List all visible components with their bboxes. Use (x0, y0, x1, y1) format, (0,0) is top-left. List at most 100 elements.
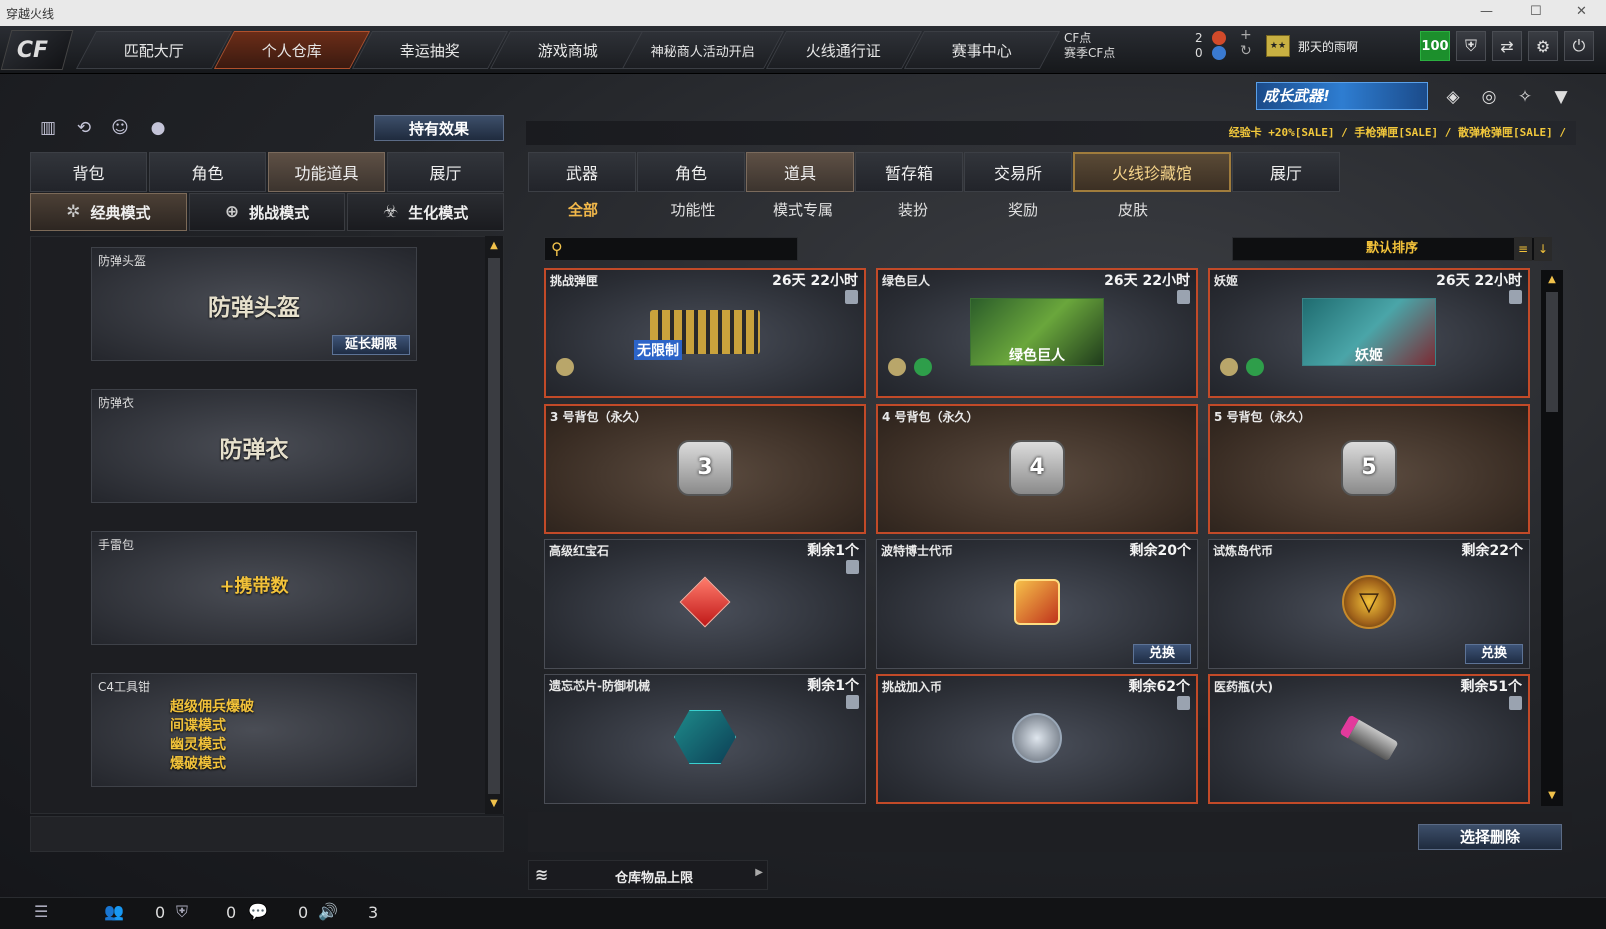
item-card[interactable]: 4 号背包（永久） 4 (876, 404, 1198, 534)
nav-tab-lottery[interactable]: 幸运抽奖 (351, 31, 509, 69)
item-card[interactable]: 绿色巨人 26天 22小时 绿色巨人 (876, 268, 1198, 398)
close-button[interactable]: ✕ (1576, 4, 1587, 19)
subtab-mode-exclusive[interactable]: 模式专属 (748, 196, 858, 226)
trash-icon[interactable] (1509, 290, 1522, 304)
item-status: 剩余20个 (1129, 543, 1191, 559)
tab-collection[interactable]: 火线珍藏馆 (1073, 152, 1231, 192)
nav-tab-battle-pass[interactable]: 火线通行证 (765, 31, 923, 69)
list-view-icon[interactable]: ≡ (1514, 237, 1532, 261)
subtab-all[interactable]: 全部 (528, 196, 638, 226)
mode-tab-classic[interactable]: ✲ 经典模式 (30, 193, 187, 231)
equip-slot-vest[interactable]: 防弹衣 防弹衣 (91, 389, 417, 503)
tab-gallery[interactable]: 展厅 (1232, 152, 1340, 192)
friends-icon[interactable]: 👥 (104, 902, 124, 921)
tab-exchange[interactable]: 交易所 (964, 152, 1072, 192)
sort-direction-icon[interactable]: ↓ (1534, 237, 1552, 261)
tab-showroom[interactable]: 展厅 (387, 152, 504, 192)
wing-icon[interactable]: ✧ (1512, 84, 1538, 110)
nav-tab-match-lobby[interactable]: 匹配大厅 (75, 31, 233, 69)
gear-icon[interactable]: ⚙ (1528, 31, 1558, 61)
tab-character[interactable]: 角色 (149, 152, 266, 192)
extend-button[interactable]: 延长期限 (332, 335, 410, 355)
nav-tab-warehouse[interactable]: 个人仓库 (213, 31, 371, 69)
add-points-icon[interactable]: + (1240, 27, 1252, 43)
scroll-thumb[interactable] (1546, 292, 1558, 412)
equip-slot-helmet[interactable]: 防弹头盔 防弹头盔 延长期限 (91, 247, 417, 361)
item-card[interactable]: 遗忘芯片-防御机械 剩余1个 (544, 674, 866, 804)
grenade-icon[interactable]: ● (146, 118, 170, 142)
select-delete-button[interactable]: 选择删除 (1418, 824, 1562, 850)
tab-roles[interactable]: 角色 (637, 152, 745, 192)
tab-function-items[interactable]: 功能道具 (268, 152, 385, 192)
equip-slot-grenade-pack[interactable]: 手雷包 +携带数 (91, 531, 417, 645)
search-input[interactable]: ⚲ (544, 237, 798, 261)
storage-limit-button[interactable]: ≋ 仓库物品上限 ▶ (528, 860, 768, 890)
trial-island-token-icon: ▽ (1342, 575, 1396, 629)
vip-icon[interactable]: ▼ (1548, 84, 1574, 110)
item-card[interactable]: 医药瓶(大) 剩余51个 (1208, 674, 1530, 804)
trash-icon[interactable] (846, 695, 859, 709)
nav-tab-events[interactable]: 赛事中心 (903, 31, 1061, 69)
globe-icon[interactable]: ◎ (1476, 84, 1502, 110)
item-card[interactable]: 5 号背包（永久） 5 (1208, 404, 1530, 534)
tab-weapons[interactable]: 武器 (528, 152, 636, 192)
nav-tab-shop[interactable]: 游戏商城 (489, 31, 647, 69)
subtab-rewards[interactable]: 奖励 (968, 196, 1078, 226)
tab-items[interactable]: 道具 (746, 152, 854, 192)
clan-shield-icon[interactable]: ⛨ (176, 902, 188, 922)
left-scrollbar[interactable]: ▲ ▼ (485, 236, 503, 814)
item-card[interactable]: 挑战弹匣 26天 22小时 无限制 (544, 268, 866, 398)
equip-slot-c4-pliers[interactable]: C4工具钳 超级佣兵爆破 间谍模式 幽灵模式 爆破模式 (91, 673, 417, 787)
right-scrollbar[interactable]: ▲ ▼ (1541, 270, 1563, 806)
scroll-thumb[interactable] (488, 258, 500, 794)
emblem-icon[interactable]: ◈ (1440, 84, 1466, 110)
shield-icon[interactable]: ⛨ (1456, 31, 1486, 61)
stats-icon[interactable]: ▥ (36, 118, 60, 142)
minimize-button[interactable]: — (1480, 4, 1493, 19)
sort-select[interactable]: 默认排序 (1232, 237, 1552, 261)
scroll-up-icon[interactable]: ▲ (1546, 274, 1558, 286)
subtab-cosmetic[interactable]: 装扮 (858, 196, 968, 226)
effects-button[interactable]: 持有效果 (374, 115, 504, 141)
scroll-down-icon[interactable]: ▼ (488, 798, 500, 810)
redeem-button[interactable]: 兑换 (1133, 644, 1191, 664)
mode-tab-biochem[interactable]: ☣ 生化模式 (347, 193, 505, 231)
trash-icon[interactable] (846, 560, 859, 574)
refresh-points-icon[interactable]: ↻ (1240, 43, 1252, 59)
power-icon[interactable]: ⏻ (1564, 31, 1594, 61)
switch-icon[interactable]: ⇄ (1492, 31, 1522, 61)
item-card[interactable]: 波特博士代币 剩余20个 兑换 (876, 539, 1198, 669)
menu-list-icon[interactable]: ☰ (34, 902, 48, 921)
history-icon[interactable]: ⟲ (72, 118, 96, 142)
trash-icon[interactable] (845, 290, 858, 304)
dr-potter-token-icon (1014, 579, 1060, 625)
user-name[interactable]: 那天的雨啊 (1298, 38, 1358, 55)
growth-weapon-banner[interactable]: 成长武器! (1256, 82, 1428, 110)
chat-icon[interactable]: 💬 (248, 902, 268, 921)
cf-logo[interactable]: CF (0, 30, 74, 70)
nav-tab-mystery-merchant[interactable]: 神秘商人活动开启 (621, 31, 785, 69)
item-card[interactable]: 挑战加入币 剩余62个 (876, 674, 1198, 804)
tab-storage-box[interactable]: 暂存箱 (855, 152, 963, 192)
trash-icon[interactable] (1177, 696, 1190, 710)
trash-icon[interactable] (1177, 290, 1190, 304)
item-card[interactable]: 3 号背包（永久） 3 (544, 404, 866, 534)
c4-modes-list: 超级佣兵爆破 间谍模式 幽灵模式 爆破模式 (170, 699, 254, 772)
item-card[interactable]: 试炼岛代币 剩余22个 ▽ 兑换 (1208, 539, 1530, 669)
mode-tab-challenge[interactable]: ⊕ 挑战模式 (188, 193, 346, 231)
volume-icon[interactable]: 🔊 (318, 902, 338, 921)
user-level: 100 (1420, 31, 1450, 61)
trash-icon[interactable] (1509, 696, 1522, 710)
biohazard-badge-icon (914, 358, 932, 376)
subtab-functional[interactable]: 功能性 (638, 196, 748, 226)
character-icon[interactable]: ☺ (108, 118, 132, 142)
item-card[interactable]: 妖姬 26天 22小时 妖姬 (1208, 268, 1530, 398)
subtab-skins[interactable]: 皮肤 (1078, 196, 1188, 226)
medal-icon (1220, 358, 1238, 376)
tab-backpack[interactable]: 背包 (30, 152, 147, 192)
scroll-down-icon[interactable]: ▼ (1546, 790, 1558, 802)
maximize-button[interactable]: ☐ (1530, 4, 1542, 19)
scroll-up-icon[interactable]: ▲ (488, 240, 500, 252)
redeem-button[interactable]: 兑换 (1465, 644, 1523, 664)
item-card[interactable]: 高级红宝石 剩余1个 (544, 539, 866, 669)
